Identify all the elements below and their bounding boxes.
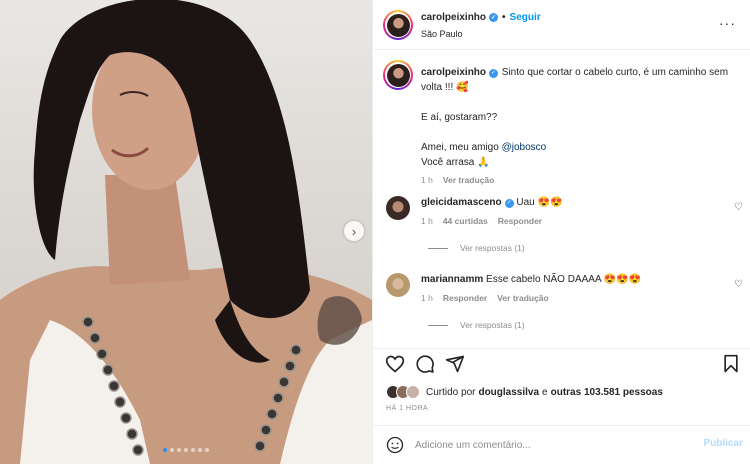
likes-summary: Curtido por douglassilva e outras 103.58… <box>386 385 663 399</box>
carousel-indicator <box>0 448 372 452</box>
caption-line-3: Amei, meu amigo <box>421 142 502 153</box>
comment-text: Uau 😍😍 <box>513 197 563 208</box>
location-link[interactable]: São Paulo <box>421 29 463 39</box>
likes-count-link[interactable]: outras 103.581 pessoas <box>551 387 663 398</box>
verified-icon: ✓ <box>489 69 499 78</box>
likes-middle: e <box>542 386 548 398</box>
reply-button[interactable]: Responder <box>498 214 542 228</box>
post-details: carolpeixinho ✓ • Seguir São Paulo ··· c… <box>372 0 750 464</box>
comment-text: Esse cabelo NÃO DAAAA 😍😍😍 <box>483 274 642 285</box>
liker-username[interactable]: douglassilva <box>478 387 539 398</box>
post-caption: carolpeixinho ✓ Sinto que cortar o cabelo… <box>421 65 737 188</box>
caption-username[interactable]: carolpeixinho <box>421 67 486 78</box>
caption-time: 1 h <box>421 175 433 185</box>
more-horizontal-icon[interactable]: ··· <box>719 16 736 30</box>
post-timestamp[interactable]: HÁ 1 HORA <box>386 405 428 412</box>
mention-link[interactable]: @jobosco <box>502 142 547 153</box>
view-replies-button[interactable]: Ver respostas (1) <box>428 243 525 253</box>
comment-time: 1 h <box>421 216 433 226</box>
comment: mariannamm Esse cabelo NÃO DAAAA 😍😍😍 1 h… <box>421 273 721 305</box>
carousel-dot <box>163 448 167 452</box>
comments-section: carolpeixinho ✓ Sinto que cortar o cabelo… <box>373 50 750 348</box>
follow-button[interactable]: Seguir <box>510 12 541 23</box>
view-replies-button[interactable]: Ver respostas (1) <box>428 320 525 330</box>
likes-prefix: Curtido por <box>426 386 476 398</box>
author-avatar[interactable] <box>383 10 413 40</box>
caption-line-4: Você arrasa 🙏 <box>421 157 490 168</box>
chevron-right-icon: › <box>351 223 357 239</box>
carousel-dot <box>177 448 181 452</box>
comment-input[interactable] <box>415 437 685 453</box>
commenter-avatar[interactable] <box>386 273 410 297</box>
add-comment-bar: Publicar <box>373 425 750 464</box>
separator: • <box>502 12 506 23</box>
verified-icon: ✓ <box>504 198 514 208</box>
caption-line-2: E aí, gostaram?? <box>421 112 498 123</box>
like-comment-heart-icon[interactable]: ♡ <box>734 202 743 213</box>
comment-time: 1 h <box>421 293 433 303</box>
carousel-dot <box>170 448 174 452</box>
publish-button[interactable]: Publicar <box>704 438 743 449</box>
translate-button[interactable]: Ver tradução <box>443 173 495 188</box>
comment: gleicidamasceno ✓ Uau 😍😍 1 h 44 curtidas … <box>421 196 721 228</box>
author-username[interactable]: carolpeixinho <box>421 12 486 23</box>
photo-illustration <box>0 0 372 464</box>
post-header: carolpeixinho ✓ • Seguir São Paulo ··· <box>373 0 750 50</box>
commenter-username[interactable]: mariannamm <box>421 274 483 285</box>
next-photo-button[interactable]: › <box>344 221 364 241</box>
comment-likes[interactable]: 44 curtidas <box>443 214 488 228</box>
carousel-dot <box>184 448 188 452</box>
post-photo[interactable]: › <box>0 0 372 464</box>
emoji-icon[interactable] <box>386 436 404 454</box>
instagram-post: › carolpeixinho ✓ • Seguir São Paulo ··· <box>0 0 750 464</box>
heart-icon[interactable] <box>385 354 405 374</box>
reply-button[interactable]: Responder <box>443 291 487 305</box>
comment-icon[interactable] <box>415 354 435 374</box>
bookmark-icon[interactable] <box>721 354 741 374</box>
like-comment-heart-icon[interactable]: ♡ <box>734 279 743 290</box>
caption-avatar[interactable] <box>383 60 413 90</box>
liker-avatars <box>386 385 420 399</box>
carousel-dot <box>191 448 195 452</box>
commenter-avatar[interactable] <box>386 196 410 220</box>
share-icon[interactable] <box>445 354 465 374</box>
post-actions <box>373 348 750 376</box>
translate-button[interactable]: Ver tradução <box>497 291 549 305</box>
verified-icon: ✓ <box>489 13 499 22</box>
commenter-username[interactable]: gleicidamasceno <box>421 197 502 208</box>
carousel-dot <box>205 448 209 452</box>
carousel-dot <box>198 448 202 452</box>
